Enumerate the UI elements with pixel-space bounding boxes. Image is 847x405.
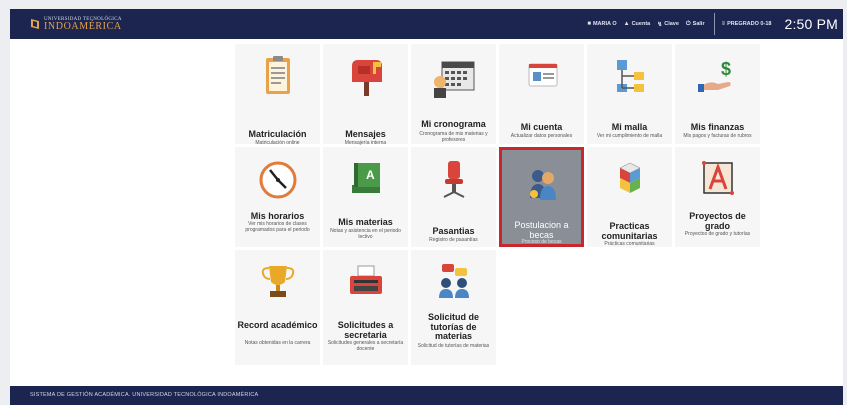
tile-matriculacion[interactable]: Matriculación Matriculación online [235, 44, 320, 146]
tile-mis-finanzas[interactable]: $ Mis finanzas Mis pagos y facturas de r… [675, 44, 760, 144]
tile-description: Proyectos de grado y tutorías [684, 231, 751, 237]
nav-cuenta[interactable]: ▲ Cuenta [624, 21, 651, 27]
tile-title: Matriculación [248, 129, 307, 139]
flowchart-icon [616, 60, 644, 92]
book-icon: A [351, 163, 380, 193]
tile-title: Mis finanzas [690, 122, 745, 132]
tile-record-academico[interactable]: Record académico Notas obtenidas en la c… [235, 250, 320, 365]
user-menu[interactable]: ■ MARIA O [587, 21, 616, 27]
money-hand-icon: $ [697, 59, 731, 92]
top-navbar: UNIVERSIDAD TECNOLÓGICA INDOAMÉRICA ■ MA… [10, 9, 843, 39]
tile-title: Record académico [237, 320, 318, 330]
tile-solicitud-tutorias[interactable]: Solicitud de tutorías de materias Solici… [411, 250, 496, 365]
tile-postulacion-becas[interactable]: Postulacion a becas Proceso de becas [499, 147, 584, 247]
user-icon: ■ [587, 21, 591, 27]
tile-title: Postulacion a becas [514, 220, 569, 240]
program-label: PREGRADO 0-18 [727, 21, 772, 27]
tile-mis-materias[interactable]: A Mis materias Notas y asistencia en el … [323, 147, 408, 247]
program-selector[interactable]: ≡ PREGRADO 0-18 [722, 21, 772, 27]
university-logo[interactable]: UNIVERSIDAD TECNOLÓGICA INDOAMÉRICA [30, 14, 122, 34]
svg-text:A: A [366, 168, 375, 182]
letter-a-icon [701, 161, 734, 195]
tile-mi-cuenta[interactable]: Mi cuenta Actualizar datos personales [499, 44, 584, 144]
nav-clave[interactable]: ↯ Clave [657, 21, 679, 28]
tile-title: Pasantias [432, 226, 475, 236]
tile-mi-malla[interactable]: Mi malla Ver mi cumplimiento de malla [587, 44, 672, 144]
tile-title: Solicitudes a secretaria [337, 320, 394, 340]
chair-icon [443, 161, 464, 198]
tile-title: Mi cuenta [520, 122, 563, 132]
id-card-icon [528, 63, 557, 87]
key-icon: ↯ [657, 21, 663, 28]
tutoring-icon [438, 264, 469, 298]
tile-description: Mis pagos y facturas de rubros [683, 133, 752, 139]
svg-text:$: $ [721, 59, 731, 79]
tile-description: Ver mis horarios de clases programados p… [245, 221, 310, 233]
tile-description: Notas obtenidas en la carrera [244, 340, 311, 346]
footer: SISTEMA DE GESTIÓN ACADÉMICA. UNIVERSIDA… [10, 386, 843, 405]
tile-description: Matriculación online [255, 140, 300, 146]
tile-title: Practicas comunitarias [601, 221, 658, 241]
tile-description: Solicitudes generales a secretaría docen… [327, 340, 404, 352]
tile-solicitudes-secretaria[interactable]: Solicitudes a secretaria Solicitudes gen… [323, 250, 408, 365]
user-name: MARIA O [592, 21, 617, 27]
tile-practicas-comunitarias[interactable]: Practicas comunitarias Prácticas comunit… [587, 147, 672, 247]
tile-description: Actualizar datos personales [510, 133, 573, 139]
calendar-icon [433, 61, 474, 98]
list-icon: ≡ [721, 21, 726, 27]
nav-divider [713, 13, 715, 35]
tile-description: Solicitud de tutorías de materias [417, 343, 490, 349]
logo-emblem-icon [31, 19, 39, 29]
nav-clave-label: Clave [664, 21, 679, 27]
page: UNIVERSIDAD TECNOLÓGICA INDOAMÉRICA ■ MA… [10, 9, 843, 405]
tile-mensajes[interactable]: Mensajes Mensajería interna [323, 44, 408, 146]
cubes-icon [618, 162, 641, 193]
typewriter-icon [349, 265, 382, 294]
tile-description: Notas y asistencia en el periodo lectivo [330, 228, 401, 240]
person-icon: ▲ [623, 21, 630, 27]
tile-mi-cronograma[interactable]: Mi cronograma Cronograma de mis materias… [411, 44, 496, 144]
power-icon: ⏻ [685, 20, 691, 27]
tile-pasantias[interactable]: Pasantias Registro de pasantías [411, 147, 496, 247]
tile-description: Prácticas comunitarias [604, 241, 655, 247]
logo-title: INDOAMÉRICA [44, 20, 122, 32]
trophy-icon [261, 266, 294, 297]
tile-title: Proyectos de grado [689, 211, 746, 231]
tile-description: Registro de pasantías [429, 237, 478, 243]
tile-description: Ver mi cumplimiento de malla [596, 133, 663, 139]
clock-icon [259, 161, 296, 199]
tile-proyectos-grado[interactable]: Proyectos de grado Proyectos de grado y … [675, 147, 760, 247]
tile-title: Mi cronograma [421, 119, 486, 129]
scholarship-icon [529, 170, 556, 200]
nav-salir-label: Salir [692, 21, 705, 27]
clipboard-icon [265, 56, 290, 94]
tile-title: Mi malla [611, 122, 648, 132]
clock: 2:50 PM [784, 16, 838, 32]
tile-mis-horarios[interactable]: Mis horarios Ver mis horarios de clases … [235, 147, 320, 247]
tile-title: Solicitud de tutorías de materias [427, 312, 479, 341]
header-nav: ■ MARIA O ▲ Cuenta ↯ Clave ⏻ Salir ≡ PRE… [587, 9, 843, 39]
tile-description: Mensajería interna [344, 140, 387, 146]
tile-title: Mensajes [345, 129, 386, 139]
nav-salir[interactable]: ⏻ Salir [686, 21, 705, 28]
footer-system-name: SISTEMA DE GESTIÓN ACADÉMICA. UNIVERSIDA… [30, 392, 259, 398]
tile-title: Mis materias [338, 217, 393, 227]
nav-cuenta-label: Cuenta [631, 21, 651, 27]
tile-description: Proceso de becas [521, 239, 562, 245]
tile-description: Cronograma de mis materias y profesores [419, 131, 488, 143]
mailbox-icon [351, 60, 382, 96]
